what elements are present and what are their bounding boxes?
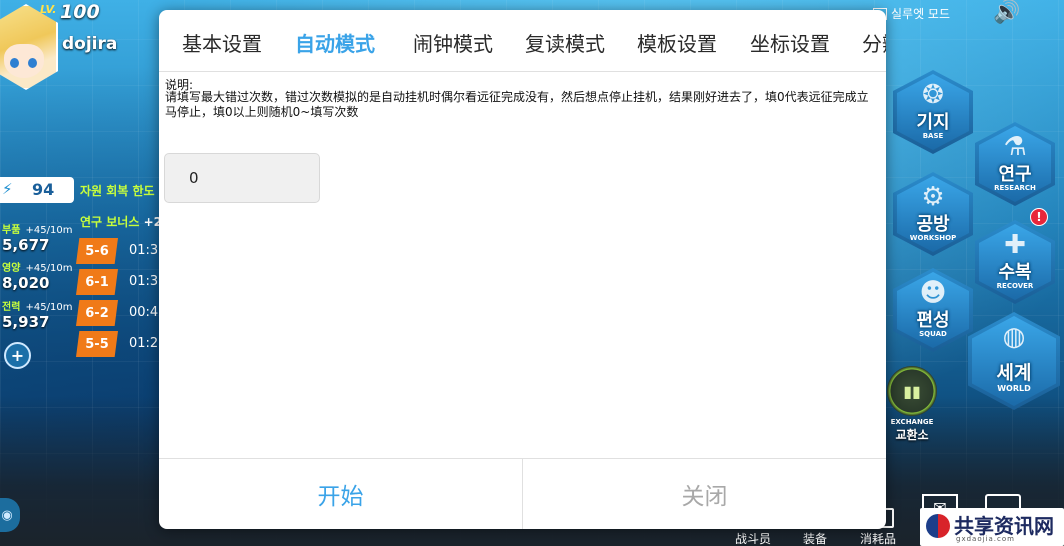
menu-base-label: 기지 — [916, 112, 950, 133]
tab-basic-settings[interactable]: 基本设置 — [182, 28, 262, 57]
resource-limit: 자원 회복 한도 4 — [80, 182, 167, 199]
bottom-fighter-label[interactable]: 战斗员 — [735, 530, 771, 546]
level-label: LV. — [40, 3, 57, 16]
resource-rate: +45/10m — [25, 302, 73, 313]
tab-repeat-mode[interactable]: 复读模式 — [525, 28, 605, 57]
expedition-stage: 5-5 — [76, 331, 118, 357]
resource-amount: 5,937 — [2, 313, 50, 331]
resource-nutrition: 영양 +45/10m 8,020 — [2, 256, 72, 292]
expedition-stage: 6-1 — [76, 269, 118, 295]
tab-coordinate-settings[interactable]: 坐标设置 — [750, 28, 830, 57]
player-level: 100 — [60, 1, 100, 23]
exchange-icon: ▮▮ — [887, 366, 937, 416]
settings-dialog: 基本设置 自动模式 闹钟模式 复读模式 模板设置 坐标设置 分辨 说明: 请填写… — [159, 10, 886, 529]
resource-rate: +45/10m — [25, 225, 73, 236]
expedition-stage: 5-6 — [76, 238, 118, 264]
avatar-eye — [28, 58, 37, 68]
menu-world-label: 세계 — [996, 362, 1032, 384]
tab-template-settings[interactable]: 模板设置 — [637, 28, 717, 57]
lightning-icon: ⚡ — [2, 180, 13, 198]
menu-research-sublabel: RESEARCH — [994, 184, 1036, 192]
site-watermark: 共享资讯网 gxdaojia.com — [920, 508, 1064, 546]
exchange-sublabel: EXCHANGE — [890, 418, 934, 426]
bottom-consumables-label[interactable]: 消耗品 — [860, 530, 896, 546]
tab-bar: 基本设置 自动模式 闹钟模式 复读模式 模板设置 坐标设置 分辨 — [159, 10, 886, 72]
dialog-footer: 开始 关闭 — [159, 458, 886, 529]
resource-parts: 부품 +45/10m 5,677 — [2, 218, 72, 254]
resource-name: 부품 — [2, 225, 21, 236]
tab-auto-mode[interactable]: 自动模式 — [295, 28, 375, 57]
resource-rate: +45/10m — [25, 263, 73, 274]
resource-name: 영양 — [2, 263, 21, 274]
resource-amount: 8,020 — [2, 274, 50, 292]
zoom-in-icon[interactable]: + — [4, 342, 31, 369]
menu-workshop-sublabel: WORKSHOP — [909, 234, 957, 242]
stamina-value: 94 — [32, 180, 55, 199]
start-button[interactable]: 开始 — [159, 459, 523, 529]
stamina-box[interactable]: ⚡ 94 — [0, 177, 74, 203]
avatar-eye — [10, 58, 19, 68]
max-miss-count-input[interactable] — [164, 153, 320, 203]
menu-squad-sublabel: SQUAD — [919, 330, 947, 338]
silhouette-mode-label: 실루엣 모드 — [891, 7, 951, 21]
expedition-stage: 6-2 — [76, 300, 118, 326]
close-button[interactable]: 关闭 — [523, 459, 886, 529]
exchange-button[interactable]: ▮▮ EXCHANGE 교환소 — [884, 366, 940, 446]
tab-alarm-mode[interactable]: 闹钟模式 — [413, 28, 493, 57]
research-bonus-label: 연구 보너스 — [80, 215, 140, 229]
research-bonus: 연구 보너스 +2 — [80, 213, 162, 230]
alert-icon: ! — [1030, 208, 1048, 226]
resource-amount: 5,677 — [2, 236, 50, 254]
menu-workshop-label: 공방 — [916, 214, 950, 235]
menu-recover-label: 수복 — [998, 262, 1032, 283]
tab-resolution[interactable]: 分辨 — [862, 28, 886, 57]
menu-research-label: 연구 — [998, 164, 1032, 185]
resource-power: 전력 +45/10m 5,937 — [2, 295, 72, 331]
watermark-logo-icon — [926, 514, 950, 538]
player-name: dojira — [62, 34, 118, 54]
menu-squad-label: 편성 — [916, 310, 950, 331]
resource-name: 전력 — [2, 302, 21, 313]
menu-world-sublabel: WORLD — [997, 384, 1031, 393]
watermark-subtext: gxdaojia.com — [956, 535, 1015, 543]
speaker-icon[interactable]: 🔊 — [993, 0, 1020, 25]
expedition-time: 01:2 — [129, 336, 159, 351]
description-text: 请填写最大错过次数，错过次数模拟的是自动挂机时偶尔看远征完成没有，然后想点停止挂… — [165, 90, 869, 119]
exchange-label: 교환소 — [895, 428, 929, 442]
bottom-equipment-label[interactable]: 装备 — [803, 530, 827, 546]
menu-base-sublabel: BASE — [922, 132, 944, 140]
resource-limit-label: 자원 회복 한도 — [80, 184, 155, 198]
menu-recover-sublabel: RECOVER — [996, 282, 1034, 290]
